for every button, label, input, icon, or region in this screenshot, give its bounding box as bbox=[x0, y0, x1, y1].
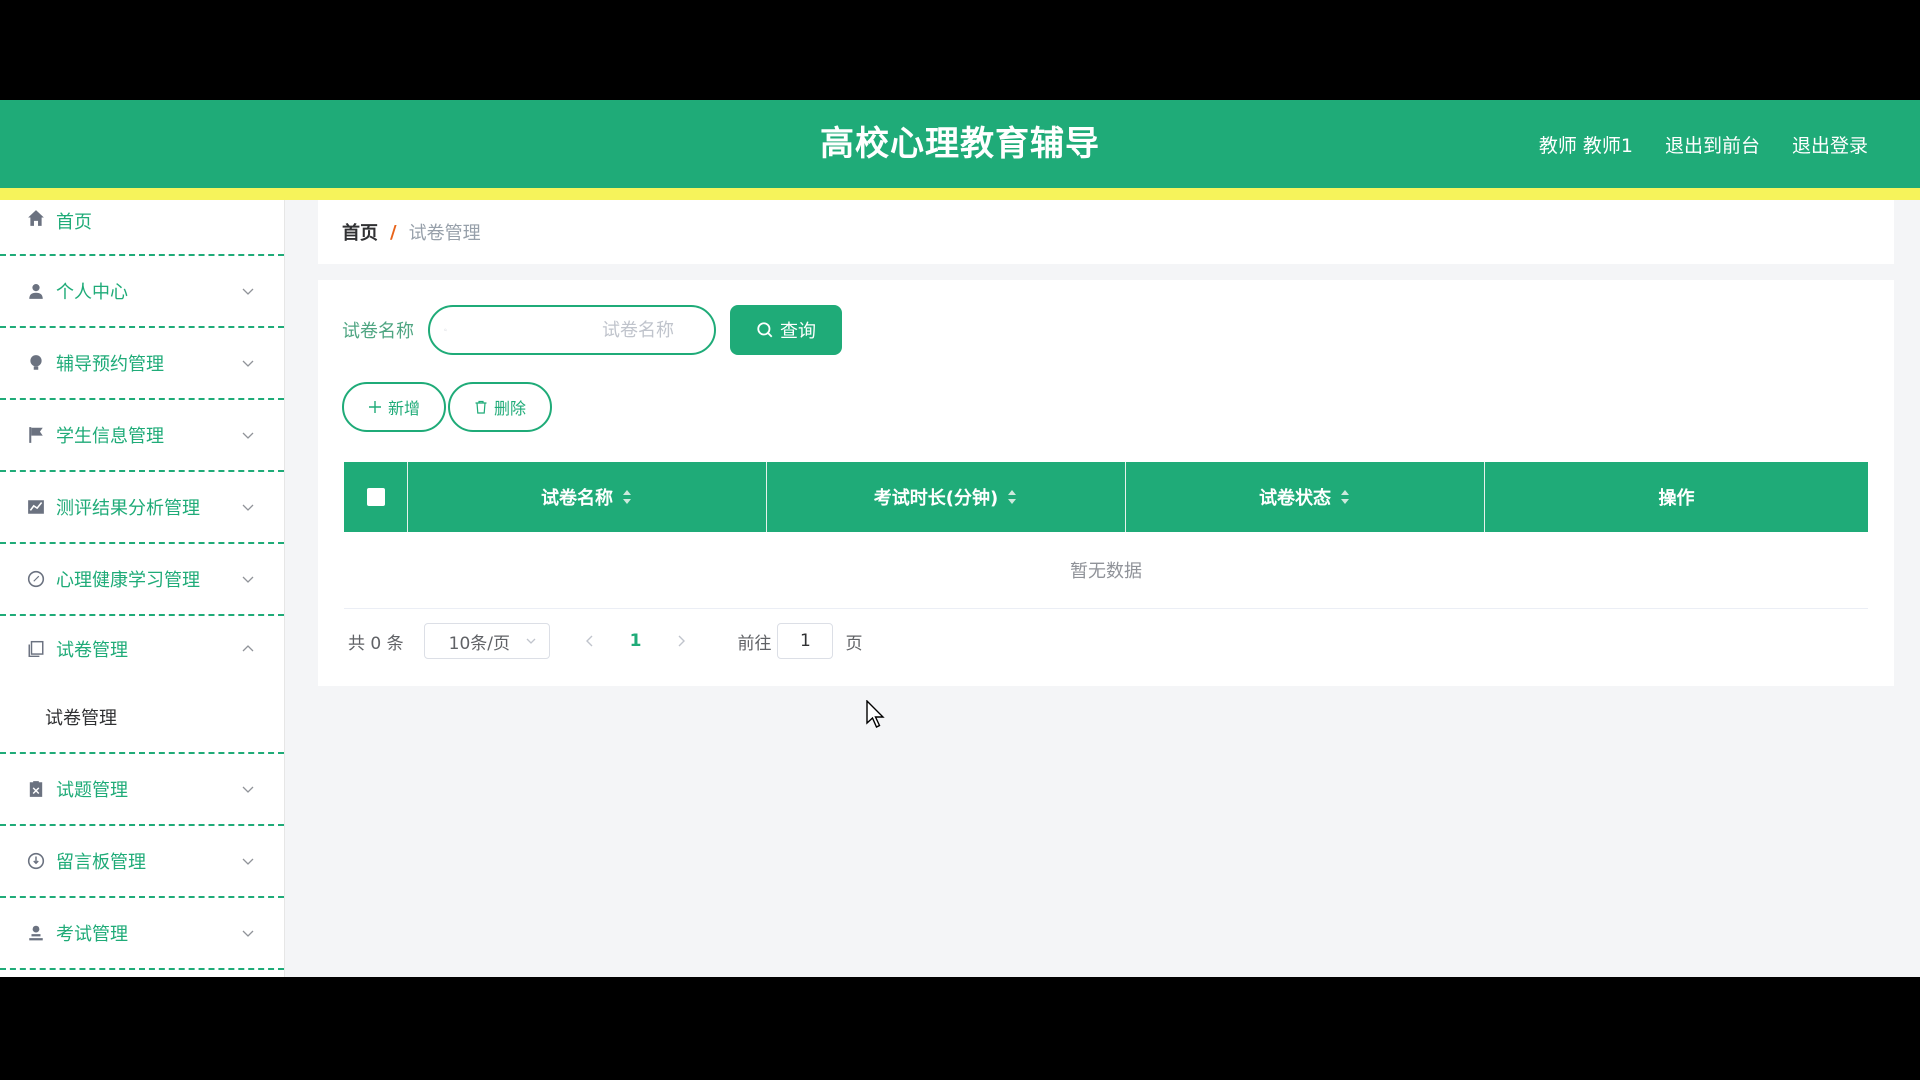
sidebar-item-label: 考试管理 bbox=[56, 924, 128, 945]
chevron-down-icon bbox=[526, 638, 536, 644]
sidebar-item-student-info[interactable]: 学生信息管理 bbox=[0, 400, 284, 472]
app-window: 高校心理教育辅导 教师 教师1 退出到前台 退出登录 首页 个人中心 辅导预约管 bbox=[0, 100, 1920, 977]
select-all-cell bbox=[344, 462, 408, 532]
pagination-total: 共 0 条 bbox=[348, 633, 404, 654]
column-header-label: 试卷状态 bbox=[1259, 488, 1331, 509]
column-header-duration[interactable]: 考试时长(分钟) bbox=[767, 462, 1126, 532]
sidebar: 首页 个人中心 辅导预约管理 学生信息管理 测评结果分析管理 心理健康学习管理 … bbox=[0, 200, 285, 977]
page-size-value: 10条/页 bbox=[448, 633, 510, 654]
page-size-select[interactable]: 10条/页 bbox=[423, 623, 550, 659]
header-actions: 教师 教师1 退出到前台 退出登录 bbox=[1539, 100, 1868, 188]
compass-icon bbox=[26, 569, 46, 589]
search-label: 试卷名称 bbox=[342, 321, 414, 342]
search-field[interactable] bbox=[428, 305, 716, 355]
chevron-down-icon bbox=[242, 504, 254, 511]
clipboard-icon bbox=[26, 779, 46, 799]
table-header: 试卷名称 考试时长(分钟) 试卷状态 操作 bbox=[344, 462, 1868, 532]
chevron-down-icon bbox=[242, 576, 254, 583]
query-button[interactable]: 查询 bbox=[730, 305, 842, 355]
goto-label: 前往 bbox=[737, 633, 772, 654]
action-bar: 新增 删除 bbox=[342, 382, 552, 432]
top-header: 高校心理教育辅导 教师 教师1 退出到前台 退出登录 bbox=[0, 100, 1920, 188]
content-card: 试卷名称 查询 新增 删除 bbox=[318, 280, 1894, 686]
person-icon bbox=[26, 923, 46, 943]
breadcrumb-home[interactable]: 首页 bbox=[342, 219, 378, 245]
header-stripe bbox=[0, 188, 1920, 200]
delete-button-label: 删除 bbox=[493, 401, 526, 418]
sidebar-item-label: 首页 bbox=[56, 212, 92, 233]
add-button[interactable]: 新增 bbox=[342, 382, 446, 432]
sidebar-item-questions[interactable]: 试题管理 bbox=[0, 754, 284, 826]
sidebar-item-label: 心理健康学习管理 bbox=[56, 570, 200, 591]
logout-link[interactable]: 退出登录 bbox=[1792, 131, 1868, 158]
chevron-down-icon bbox=[242, 858, 254, 865]
sidebar-item-exam-management[interactable]: 考试管理 bbox=[0, 898, 284, 970]
next-page-button[interactable] bbox=[671, 634, 691, 648]
sidebar-item-label: 测评结果分析管理 bbox=[56, 498, 200, 519]
mouse-cursor-icon bbox=[866, 700, 885, 728]
sidebar-item-home[interactable]: 首页 bbox=[0, 200, 284, 256]
chevron-up-icon bbox=[242, 645, 254, 652]
chevron-down-icon bbox=[242, 432, 254, 439]
user-icon bbox=[26, 281, 46, 301]
chart-icon bbox=[26, 497, 46, 517]
home-icon bbox=[26, 208, 46, 228]
breadcrumb-separator: / bbox=[390, 221, 397, 243]
column-header-paper-name[interactable]: 试卷名称 bbox=[408, 462, 767, 532]
table-empty-state: 暂无数据 bbox=[344, 532, 1868, 609]
column-header-label: 操作 bbox=[1658, 488, 1695, 509]
prev-page-button[interactable] bbox=[580, 634, 600, 648]
sidebar-item-label: 个人中心 bbox=[56, 282, 128, 303]
chevron-down-icon bbox=[242, 786, 254, 793]
sidebar-item-personal-center[interactable]: 个人中心 bbox=[0, 256, 284, 328]
column-header-label: 考试时长(分钟) bbox=[873, 488, 999, 509]
column-header-status[interactable]: 试卷状态 bbox=[1126, 462, 1485, 532]
sidebar-item-label: 学生信息管理 bbox=[56, 426, 164, 447]
goto-page-input[interactable] bbox=[777, 623, 834, 659]
submenu-item-exam-paper[interactable]: 试卷管理 bbox=[0, 682, 284, 754]
breadcrumb-current: 试卷管理 bbox=[408, 223, 481, 244]
add-button-label: 新增 bbox=[387, 401, 420, 418]
search-input[interactable] bbox=[447, 306, 700, 354]
document-icon bbox=[26, 639, 46, 659]
sidebar-item-message-board[interactable]: 留言板管理 bbox=[0, 826, 284, 898]
lightbulb-icon bbox=[26, 353, 46, 373]
goto-suffix: 页 bbox=[845, 633, 863, 654]
exit-to-front-link[interactable]: 退出到前台 bbox=[1665, 131, 1760, 158]
breadcrumb: 首页 / 试卷管理 bbox=[318, 200, 1894, 264]
search-bar: 试卷名称 查询 bbox=[342, 304, 842, 356]
column-header-label: 试卷名称 bbox=[541, 488, 613, 509]
sidebar-item-appointment[interactable]: 辅导预约管理 bbox=[0, 328, 284, 400]
sort-icon[interactable] bbox=[1339, 488, 1351, 506]
sidebar-item-assessment-analysis[interactable]: 测评结果分析管理 bbox=[0, 472, 284, 544]
sidebar-item-exam-paper[interactable]: 试卷管理 bbox=[0, 616, 284, 682]
message-icon bbox=[26, 851, 46, 871]
flag-icon bbox=[26, 425, 46, 445]
chevron-down-icon bbox=[242, 930, 254, 937]
column-header-actions: 操作 bbox=[1485, 462, 1868, 532]
search-icon bbox=[757, 322, 773, 338]
sort-icon[interactable] bbox=[1006, 488, 1018, 506]
sidebar-item-mental-health-learning[interactable]: 心理健康学习管理 bbox=[0, 544, 284, 616]
submenu-item-label: 试卷管理 bbox=[45, 708, 117, 729]
chevron-left-icon bbox=[585, 635, 593, 647]
select-all-checkbox[interactable] bbox=[366, 488, 385, 506]
sidebar-item-label: 辅导预约管理 bbox=[56, 354, 164, 375]
trash-icon bbox=[475, 400, 487, 414]
sort-icon[interactable] bbox=[621, 488, 633, 506]
sidebar-item-label: 留言板管理 bbox=[56, 852, 146, 873]
delete-button[interactable]: 删除 bbox=[448, 382, 552, 432]
chevron-right-icon bbox=[678, 635, 686, 647]
query-button-label: 查询 bbox=[780, 321, 816, 341]
current-user: 教师 教师1 bbox=[1538, 134, 1633, 157]
exam-paper-table: 试卷名称 考试时长(分钟) 试卷状态 操作 暂无数据 bbox=[344, 462, 1868, 609]
plus-icon bbox=[368, 401, 381, 413]
pagination: 共 0 条 10条/页 1 前往 页 bbox=[348, 622, 862, 660]
sidebar-item-label: 试题管理 bbox=[56, 780, 128, 801]
page-number[interactable]: 1 bbox=[630, 631, 642, 651]
chevron-down-icon bbox=[242, 360, 254, 367]
sidebar-item-label: 试卷管理 bbox=[56, 640, 128, 661]
chevron-down-icon bbox=[242, 288, 254, 295]
